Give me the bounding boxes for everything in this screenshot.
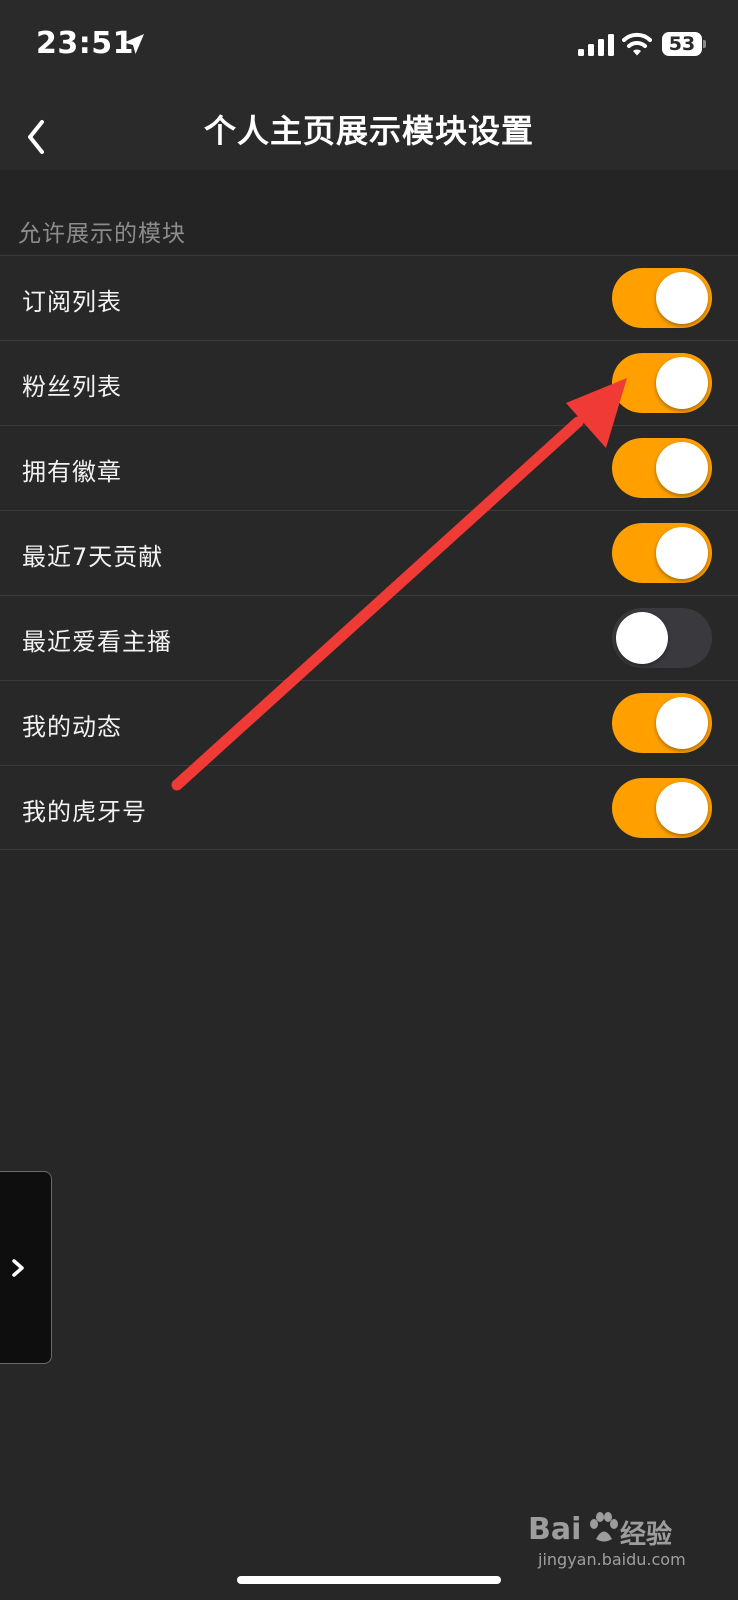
section-title: 允许展示的模块 <box>18 221 186 247</box>
setting-label: 粉丝列表 <box>22 373 122 401</box>
location-arrow-icon <box>124 34 144 54</box>
toggle-knob <box>656 357 708 409</box>
settings-list: 订阅列表 粉丝列表 拥有徽章 最近7天贡献 最近爱看主播 我的动态 我的虎牙号 <box>0 255 738 850</box>
toggle-huya-id[interactable] <box>612 778 712 838</box>
setting-row-subscriptions: 订阅列表 <box>0 255 738 340</box>
chevron-right-icon <box>12 1259 24 1277</box>
baidu-watermark: Bai 经验 jingyan.baidu.com <box>528 1512 708 1572</box>
wifi-icon <box>622 32 652 56</box>
toggle-fans[interactable] <box>612 353 712 413</box>
battery-level: 53 <box>662 32 702 56</box>
signal-bars-icon <box>578 34 614 56</box>
status-bar: 23:51 53 <box>0 0 738 90</box>
toggle-knob <box>656 442 708 494</box>
setting-row-contribution: 最近7天贡献 <box>0 510 738 595</box>
toggle-knob <box>656 697 708 749</box>
toggle-my-posts[interactable] <box>612 693 712 753</box>
toggle-knob <box>656 527 708 579</box>
toggle-subscriptions[interactable] <box>612 268 712 328</box>
setting-row-huya-id: 我的虎牙号 <box>0 765 738 850</box>
nav-bar: 个人主页展示模块设置 <box>0 90 738 170</box>
toggle-favorite-streamers[interactable] <box>612 608 712 668</box>
setting-row-badges: 拥有徽章 <box>0 425 738 510</box>
setting-label: 拥有徽章 <box>22 458 122 486</box>
setting-label: 最近7天贡献 <box>22 543 164 571</box>
toggle-knob <box>656 272 708 324</box>
toggle-knob <box>656 782 708 834</box>
setting-label: 我的虎牙号 <box>22 798 147 826</box>
page-title: 个人主页展示模块设置 <box>203 112 534 150</box>
watermark-url: jingyan.baidu.com <box>538 1550 686 1569</box>
watermark-label: 经验 <box>620 1520 673 1550</box>
setting-label: 我的动态 <box>22 713 122 741</box>
side-expand-tab[interactable] <box>0 1171 52 1364</box>
toggle-knob <box>616 612 668 664</box>
battery-icon: 53 <box>662 32 706 56</box>
toggle-badges[interactable] <box>612 438 712 498</box>
toggle-contribution[interactable] <box>612 523 712 583</box>
status-time: 23:51 <box>36 26 134 61</box>
setting-row-favorite-streamers: 最近爱看主播 <box>0 595 738 680</box>
setting-row-my-posts: 我的动态 <box>0 680 738 765</box>
section-header: 允许展示的模块 <box>0 170 738 254</box>
battery-tip <box>703 40 706 48</box>
setting-label: 最近爱看主播 <box>22 628 172 656</box>
home-indicator[interactable] <box>237 1576 501 1584</box>
setting-row-fans: 粉丝列表 <box>0 340 738 425</box>
setting-label: 订阅列表 <box>22 288 122 316</box>
watermark-logo: Bai <box>528 1512 582 1547</box>
paw-icon <box>590 1512 618 1542</box>
